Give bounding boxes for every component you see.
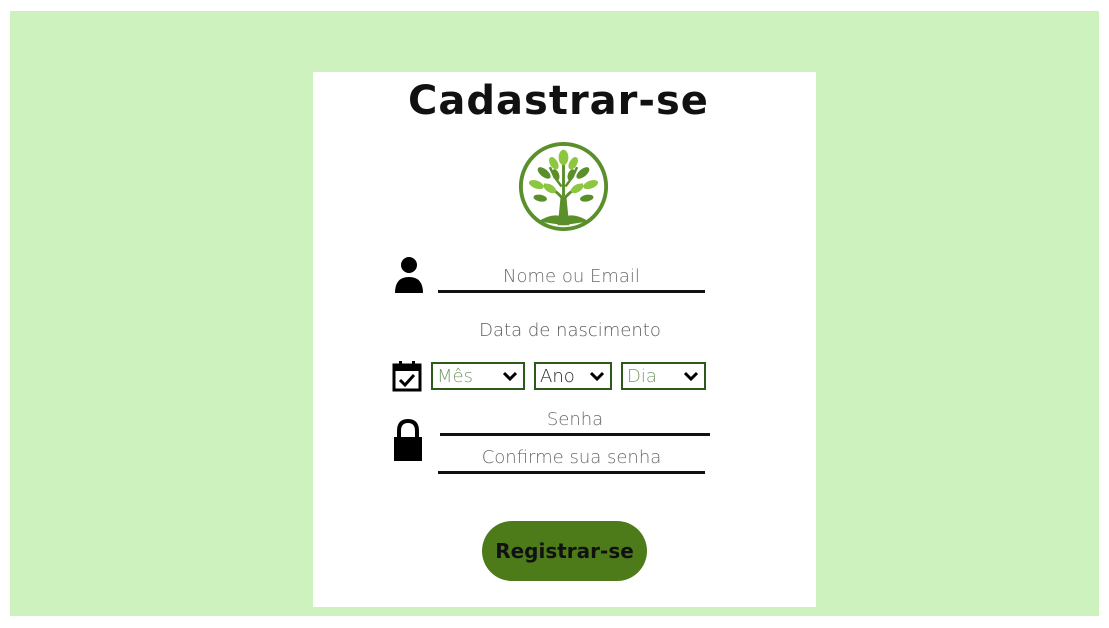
month-select-value: Mês <box>437 365 473 387</box>
register-button[interactable]: Registrar-se <box>482 521 647 581</box>
tree-icon <box>518 141 609 232</box>
name-or-email-input[interactable] <box>438 262 705 293</box>
chevron-down-icon <box>684 371 698 381</box>
month-select[interactable]: Mês <box>431 362 525 390</box>
lock-icon <box>394 418 422 461</box>
day-select-value: Dia <box>627 365 657 387</box>
page-title: Cadastrar-se <box>408 78 709 124</box>
chevron-down-icon <box>590 371 604 381</box>
day-select[interactable]: Dia <box>621 362 706 390</box>
calendar-check-icon <box>392 361 422 392</box>
chevron-down-icon <box>503 371 517 381</box>
year-select[interactable]: Ano <box>534 362 612 390</box>
birthdate-label: Data de nascimento <box>479 320 661 341</box>
year-select-value: Ano <box>540 365 575 387</box>
confirm-password-input[interactable] <box>438 443 705 474</box>
password-input[interactable] <box>440 405 710 436</box>
user-icon <box>395 257 423 293</box>
